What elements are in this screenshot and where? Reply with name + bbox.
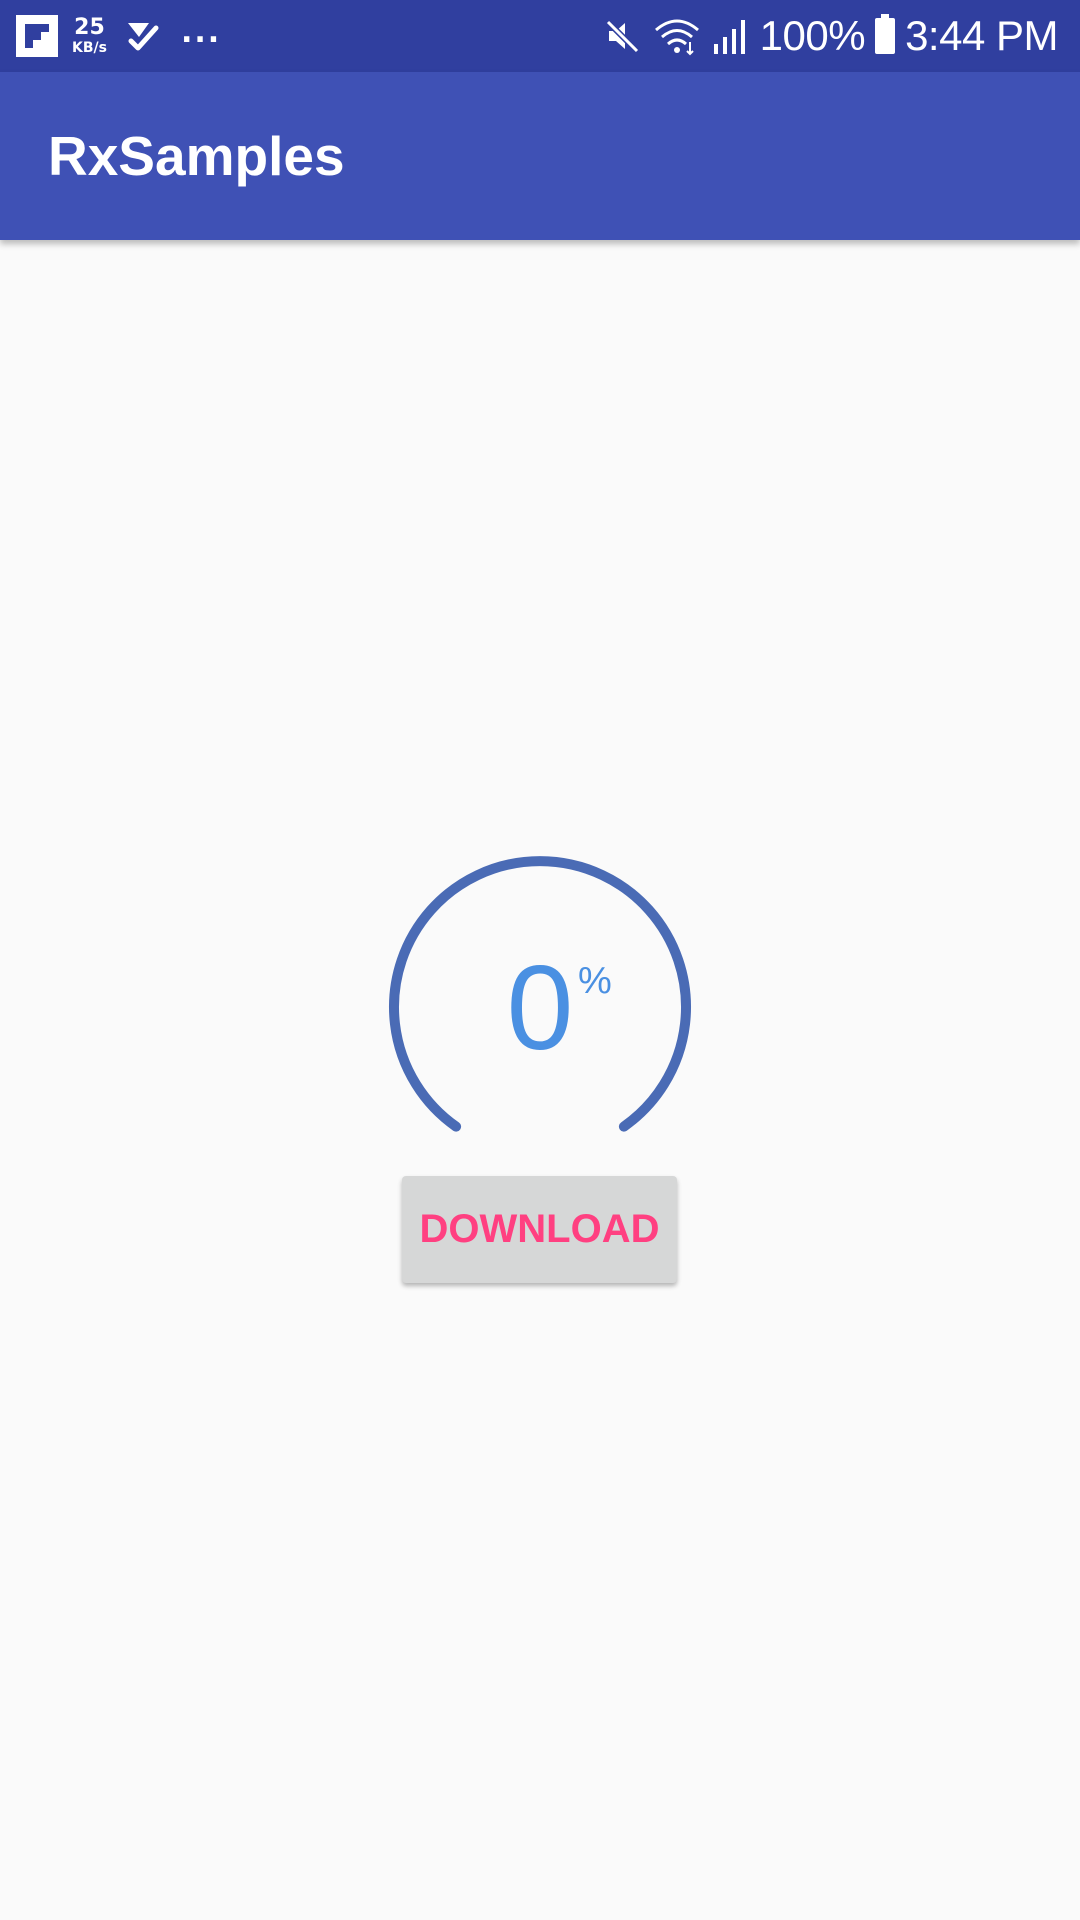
task-check-icon xyxy=(127,23,159,51)
wifi-icon xyxy=(654,19,699,56)
clock: 3:44 PM xyxy=(905,12,1058,59)
signal-icon xyxy=(713,20,745,54)
battery-icon xyxy=(875,14,896,54)
app-title: RxSamples xyxy=(48,125,345,187)
network-speed-unit: KB/s xyxy=(72,40,107,56)
mute-icon xyxy=(605,19,639,54)
status-bar: 25 KB/s ... 100% 3:44 PM xyxy=(0,0,1080,72)
flipboard-icon xyxy=(16,15,58,57)
download-button[interactable]: DOWNLOAD xyxy=(402,1176,677,1283)
battery-percentage: 100% xyxy=(759,12,866,59)
network-speed: 25 KB/s xyxy=(72,15,107,56)
network-speed-value: 25 xyxy=(74,15,105,40)
app-bar: RxSamples xyxy=(0,72,1080,240)
status-bar-right: 100% 3:44 PM xyxy=(592,0,1058,72)
progress-gauge: 0 % xyxy=(380,850,700,1140)
notification-overflow: ... xyxy=(180,15,222,50)
status-bar-left: 25 KB/s ... xyxy=(16,0,221,72)
progress-unit: % xyxy=(578,960,612,1002)
progress-value: 0 xyxy=(506,941,574,1075)
